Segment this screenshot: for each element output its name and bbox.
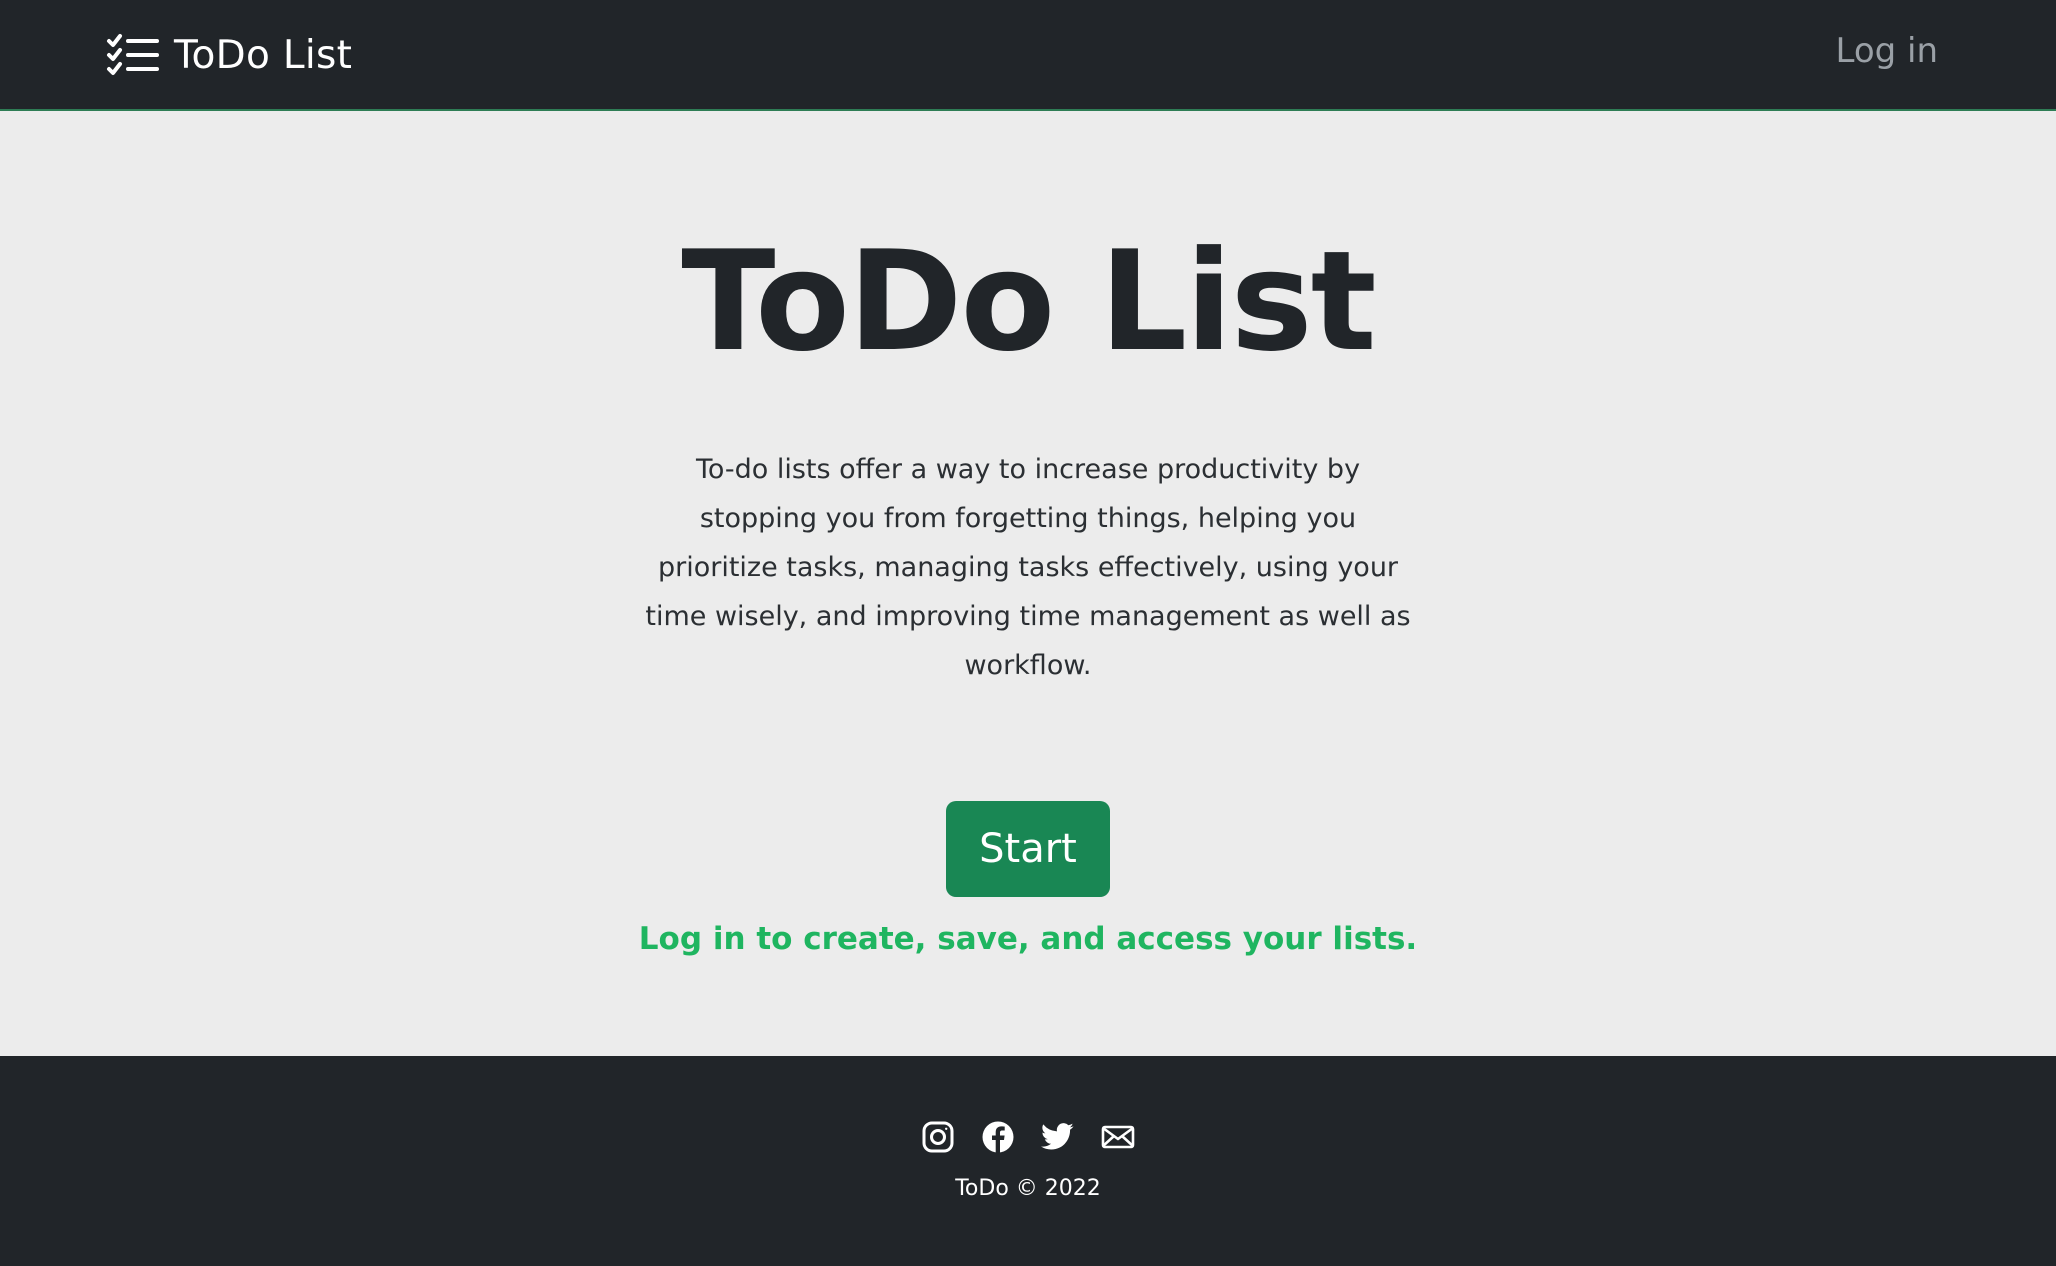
navbar: ToDo List Log in xyxy=(0,0,2056,111)
checklist-icon xyxy=(106,33,160,77)
login-hint: Log in to create, save, and access your … xyxy=(638,921,1418,957)
hero-description: To-do lists offer a way to increase prod… xyxy=(645,454,1411,681)
instagram-icon[interactable] xyxy=(921,1120,955,1154)
start-button[interactable]: Start xyxy=(946,801,1110,897)
twitter-icon[interactable] xyxy=(1041,1120,1075,1154)
login-link[interactable]: Log in xyxy=(1835,34,1938,68)
brand-title: ToDo List xyxy=(174,32,353,78)
hero-title: ToDo List xyxy=(681,221,1376,382)
facebook-icon[interactable] xyxy=(981,1120,1015,1154)
hero-section: ToDo List To-do lists offer a way to inc… xyxy=(0,111,2056,1056)
mail-icon[interactable] xyxy=(1101,1120,1135,1154)
social-links xyxy=(0,1120,2056,1154)
copyright: ToDo © 2022 xyxy=(955,1176,1101,1201)
brand-link[interactable]: ToDo List xyxy=(106,30,352,80)
footer: ToDo © 2022 xyxy=(0,1056,2056,1266)
